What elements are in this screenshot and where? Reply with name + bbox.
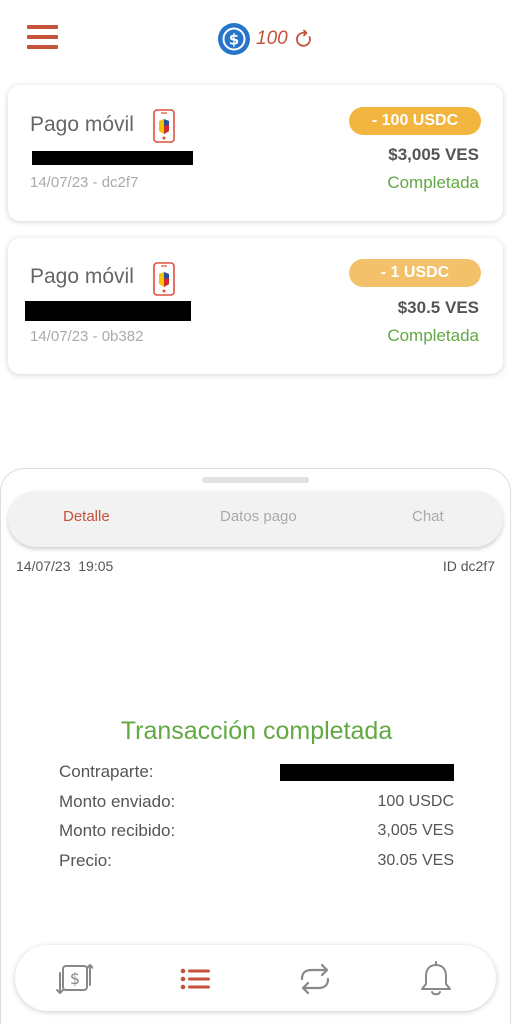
received-amount: $3,005 VES bbox=[388, 145, 479, 164]
svg-text:$: $ bbox=[229, 30, 239, 48]
detail-label: Contraparte: bbox=[59, 762, 154, 781]
detail-row: Monto enviado: 100 USDC bbox=[59, 792, 454, 814]
transaction-datetime: 14/07/23 19:05 bbox=[16, 558, 114, 574]
transaction-id: ID dc2f7 bbox=[442, 558, 495, 574]
transaction-meta: 14/07/23 - dc2f7 bbox=[30, 174, 139, 191]
detail-label: Monto enviado: bbox=[59, 792, 176, 811]
exchange-icon[interactable]: $ bbox=[55, 961, 93, 997]
status-headline: Transacción completada bbox=[120, 717, 393, 745]
detail-value: 30.05 VES bbox=[377, 852, 455, 869]
balance-display: $ 100 bbox=[218, 22, 314, 55]
detail-label: Monto recibido: bbox=[59, 821, 176, 840]
redacted-counterparty bbox=[25, 301, 191, 321]
transaction-card[interactable]: Pago móvil 14/07/23 - dc2f7 - 100 USDC $… bbox=[8, 85, 503, 221]
detail-value: 3,005 VES bbox=[377, 822, 455, 839]
bell-icon[interactable] bbox=[417, 961, 455, 997]
tab-detalle[interactable]: Detalle bbox=[63, 508, 110, 525]
sheet-drag-handle[interactable] bbox=[202, 477, 309, 483]
transaction-meta: 14/07/23 - 0b382 bbox=[30, 328, 144, 345]
detail-row: Monto recibido: 3,005 VES bbox=[59, 821, 454, 843]
list-icon[interactable] bbox=[177, 961, 215, 997]
swap-icon[interactable] bbox=[296, 961, 334, 997]
tab-datos-pago[interactable]: Datos pago bbox=[220, 508, 297, 525]
mobile-payment-icon bbox=[153, 109, 175, 143]
redacted-counterparty bbox=[280, 764, 454, 781]
status-label: Completada bbox=[387, 173, 479, 192]
detail-value: 100 USDC bbox=[377, 793, 454, 810]
menu-icon[interactable] bbox=[27, 25, 58, 49]
amount-badge: - 1 USDC bbox=[349, 259, 481, 287]
svg-text:$: $ bbox=[70, 969, 80, 988]
card-inner: Pago móvil 14/07/23 - 0b382 - 1 USDC $30… bbox=[22, 254, 491, 360]
detail-label: Precio: bbox=[59, 851, 112, 870]
redacted-counterparty bbox=[32, 151, 193, 165]
transaction-title: Pago móvil bbox=[30, 113, 134, 136]
bottom-nav: $ bbox=[15, 945, 496, 1011]
balance-value: 100 bbox=[256, 27, 288, 49]
received-amount: $30.5 VES bbox=[397, 298, 479, 317]
detail-sheet: Detalle Datos pago Chat 14/07/23 19:05 I… bbox=[0, 468, 511, 1024]
status-label: Completada bbox=[387, 326, 479, 345]
refresh-icon[interactable] bbox=[294, 29, 314, 49]
detail-tabs: Detalle Datos pago Chat bbox=[8, 491, 503, 547]
detail-row: Contraparte: bbox=[59, 762, 454, 784]
tab-chat[interactable]: Chat bbox=[412, 508, 444, 525]
amount-badge: - 100 USDC bbox=[349, 107, 481, 135]
detail-row: Precio: 30.05 VES bbox=[59, 851, 454, 873]
usdc-icon: $ bbox=[218, 22, 250, 55]
app-header: $ 100 bbox=[0, 0, 511, 78]
mobile-payment-icon bbox=[153, 262, 175, 296]
transaction-title: Pago móvil bbox=[30, 265, 134, 288]
transaction-card[interactable]: Pago móvil 14/07/23 - 0b382 - 1 USDC $30… bbox=[8, 238, 503, 374]
